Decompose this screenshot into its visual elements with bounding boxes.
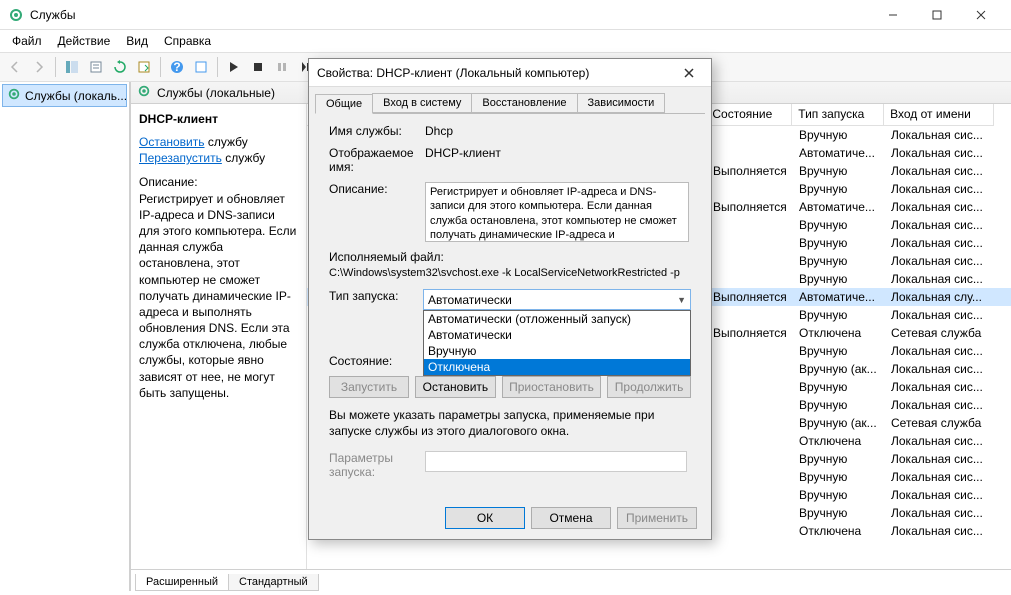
service-name-label: Имя службы: <box>329 124 425 138</box>
service-name-value: Dhcp <box>425 124 691 138</box>
dropdown-option[interactable]: Автоматически (отложенный запуск) <box>424 311 690 327</box>
dropdown-option[interactable]: Автоматически <box>424 327 690 343</box>
apply-button: Применить <box>617 507 697 529</box>
help-button[interactable]: ? <box>166 56 188 78</box>
display-name-value: DHCP-клиент <box>425 146 691 160</box>
svg-text:?: ? <box>173 60 180 74</box>
tree-node-label: Службы (локаль... <box>25 89 127 103</box>
dialog-body: Имя службы: Dhcp Отображаемое имя: DHCP-… <box>315 113 705 497</box>
hint-text: Вы можете указать параметры запуска, при… <box>329 408 691 439</box>
desc-label: Описание: <box>139 175 198 189</box>
dropdown-option[interactable]: Вручную <box>424 343 690 359</box>
startup-type-label: Тип запуска: <box>329 289 423 303</box>
startup-type-select[interactable]: Автоматически ▼ <box>423 289 691 310</box>
back-button <box>4 56 26 78</box>
refresh-button[interactable] <box>109 56 131 78</box>
dialog-close-button[interactable] <box>675 61 703 85</box>
description-label: Описание: <box>329 182 425 196</box>
service-detail-panel: DHCP-клиент Остановить службу Перезапуст… <box>131 104 307 569</box>
stop-service-link[interactable]: Остановить <box>139 135 205 149</box>
forward-button <box>28 56 50 78</box>
col-account[interactable]: Вход от имени <box>884 104 994 125</box>
restart-service-link[interactable]: Перезапустить <box>139 151 222 165</box>
chevron-down-icon: ▼ <box>677 295 686 305</box>
resume-button: Продолжить <box>607 376 691 398</box>
pause-service-button <box>271 56 293 78</box>
menu-bar: Файл Действие Вид Справка <box>0 30 1011 52</box>
menu-view[interactable]: Вид <box>118 32 156 50</box>
services-icon <box>7 87 21 104</box>
maximize-button[interactable] <box>915 0 959 30</box>
dialog-footer: ОК Отмена Применить <box>309 497 711 539</box>
view-tabs: Расширенный Стандартный <box>131 569 1011 591</box>
properties-button[interactable] <box>85 56 107 78</box>
export-list-button[interactable] <box>133 56 155 78</box>
tab-logon[interactable]: Вход в систему <box>372 93 472 113</box>
state-label: Состояние: <box>329 354 425 368</box>
startup-type-dropdown[interactable]: Автоматически (отложенный запуск)Автомат… <box>423 310 691 376</box>
app-icon <box>8 7 24 23</box>
cancel-button[interactable]: Отмена <box>531 507 611 529</box>
tab-extended[interactable]: Расширенный <box>135 574 229 591</box>
col-startup[interactable]: Тип запуска <box>792 104 884 125</box>
tree-pane: Службы (локаль... <box>0 82 130 591</box>
startup-selected: Автоматически <box>428 293 512 307</box>
stop-service-button[interactable] <box>247 56 269 78</box>
menu-file[interactable]: Файл <box>4 32 50 50</box>
detail-title: DHCP-клиент <box>139 112 298 126</box>
ok-button[interactable]: ОК <box>445 507 525 529</box>
tree-node-services[interactable]: Службы (локаль... <box>2 84 127 107</box>
menu-action[interactable]: Действие <box>50 32 119 50</box>
panel-title: Службы (локальные) <box>157 86 275 100</box>
dialog-titlebar[interactable]: Свойства: DHCP-клиент (Локальный компьют… <box>309 59 711 87</box>
services-icon <box>137 84 151 101</box>
properties-dialog: Свойства: DHCP-клиент (Локальный компьют… <box>308 58 712 540</box>
dialog-tabs: Общие Вход в систему Восстановление Зави… <box>309 87 711 113</box>
start-button: Запустить <box>329 376 409 398</box>
display-name-label: Отображаемое имя: <box>329 146 425 174</box>
params-label: Параметры запуска: <box>329 451 425 479</box>
pause-button: Приостановить <box>502 376 601 398</box>
menu-help[interactable]: Справка <box>156 32 219 50</box>
tab-dependencies[interactable]: Зависимости <box>577 93 666 113</box>
stop-button[interactable]: Остановить <box>415 376 496 398</box>
dropdown-option[interactable]: Отключена <box>424 359 690 375</box>
description-box[interactable]: Регистрирует и обновляет IP-адреса и DNS… <box>425 182 689 242</box>
help2-button[interactable] <box>190 56 212 78</box>
minimize-button[interactable] <box>871 0 915 30</box>
dialog-title: Свойства: DHCP-клиент (Локальный компьют… <box>317 66 675 80</box>
params-input <box>425 451 687 472</box>
tab-standard[interactable]: Стандартный <box>228 574 319 591</box>
tab-recovery[interactable]: Восстановление <box>471 93 577 113</box>
close-button[interactable] <box>959 0 1003 30</box>
start-service-button[interactable] <box>223 56 245 78</box>
show-hide-tree-button[interactable] <box>61 56 83 78</box>
exe-path: C:\Windows\system32\svchost.exe -k Local… <box>329 267 691 279</box>
title-bar: Службы <box>0 0 1011 30</box>
window-title: Службы <box>30 8 871 22</box>
col-state[interactable]: Состояние <box>706 104 792 125</box>
tab-general[interactable]: Общие <box>315 94 373 114</box>
exe-label: Исполняемый файл: <box>329 250 691 264</box>
desc-text: Регистрирует и обновляет IP-адреса и DNS… <box>139 192 296 400</box>
